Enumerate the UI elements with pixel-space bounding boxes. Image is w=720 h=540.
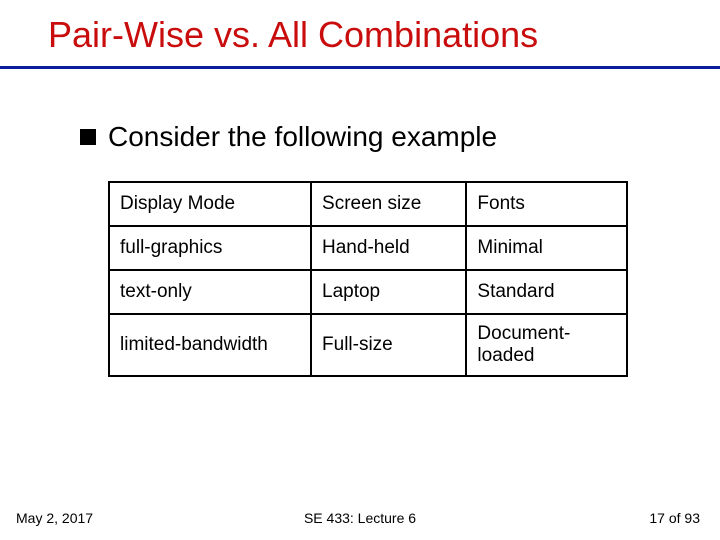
footer-date: May 2, 2017 xyxy=(16,510,93,526)
footer-course: SE 433: Lecture 6 xyxy=(304,510,416,526)
bullet-item: Consider the following example xyxy=(80,121,680,153)
table-row: limited-bandwidth Full-size Document-loa… xyxy=(109,314,627,376)
cell: Full-size xyxy=(311,314,466,376)
cell: Minimal xyxy=(466,226,627,270)
header-cell: Fonts xyxy=(466,182,627,226)
bullet-text: Consider the following example xyxy=(108,121,497,153)
cell: text-only xyxy=(109,270,311,314)
cell: Laptop xyxy=(311,270,466,314)
header-cell: Display Mode xyxy=(109,182,311,226)
cell: Hand-held xyxy=(311,226,466,270)
square-bullet-icon xyxy=(80,129,96,145)
cell: Document-loaded xyxy=(466,314,627,376)
header-cell: Screen size xyxy=(311,182,466,226)
table-row: Display Mode Screen size Fonts xyxy=(109,182,627,226)
cell: Standard xyxy=(466,270,627,314)
table-row: text-only Laptop Standard xyxy=(109,270,627,314)
cell: limited-bandwidth xyxy=(109,314,311,376)
footer-page: 17 of 93 xyxy=(649,510,700,526)
example-table: Display Mode Screen size Fonts full-grap… xyxy=(108,181,628,377)
combinations-table: Display Mode Screen size Fonts full-grap… xyxy=(108,181,628,377)
slide-body: Consider the following example Display M… xyxy=(0,69,720,377)
slide-title: Pair-Wise vs. All Combinations xyxy=(0,0,720,62)
slide: Pair-Wise vs. All Combinations Consider … xyxy=(0,0,720,540)
cell: full-graphics xyxy=(109,226,311,270)
table-row: full-graphics Hand-held Minimal xyxy=(109,226,627,270)
